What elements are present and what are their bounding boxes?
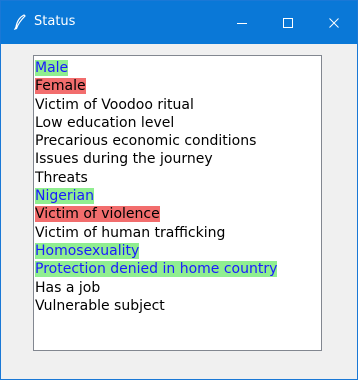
list-item-label: Nigerian: [35, 188, 94, 205]
list-item[interactable]: Has a job: [35, 279, 277, 297]
list-item-label: Male: [35, 60, 69, 76]
list-item[interactable]: Female: [35, 77, 277, 95]
list-item[interactable]: Homosexuality: [35, 242, 277, 260]
feather-icon: [12, 14, 28, 31]
list-item-label: Vulnerable subject: [35, 297, 165, 314]
list-item-label: Victim of Voodoo ritual: [35, 96, 194, 113]
status-listbox[interactable]: Male Female Victim of Voodoo ritual Low edu…: [33, 55, 322, 351]
list-item[interactable]: Vulnerable subject: [35, 297, 277, 315]
status-window: Status Male Female Victim of Voodoo ritual…: [0, 0, 358, 380]
list-item[interactable]: Threats: [35, 169, 277, 187]
maximize-button[interactable]: [265, 1, 311, 44]
list-item[interactable]: Precarious economic conditions: [35, 132, 277, 150]
window-bottom: [1, 363, 357, 379]
list-item-label: Victim of violence: [35, 206, 160, 223]
list-item[interactable]: Male: [35, 59, 277, 77]
list-item[interactable]: Protection denied in home country: [35, 260, 278, 278]
status-list: Male Female Victim of Voodoo ritual Low edu…: [35, 59, 278, 315]
list-item[interactable]: Issues during the journey: [35, 150, 277, 168]
close-button[interactable]: [311, 1, 357, 44]
close-icon: [329, 17, 339, 28]
list-item-label: Protection denied in home country: [35, 261, 278, 278]
list-item-label: Precarious economic conditions: [35, 133, 257, 150]
list-item-label: Female: [35, 78, 86, 95]
list-item[interactable]: Victim of Voodoo ritual: [35, 96, 277, 114]
minimize-icon: [237, 22, 247, 24]
list-item-label: Issues during the journey: [35, 151, 213, 168]
list-item-label: Victim of human trafficking: [35, 224, 226, 241]
title-bar[interactable]: Status: [1, 1, 357, 44]
list-item[interactable]: Nigerian: [35, 187, 277, 205]
window-title: Status: [34, 14, 76, 29]
list-item-label: Has a job: [35, 279, 101, 296]
maximize-icon: [283, 17, 293, 28]
list-item[interactable]: Victim of human trafficking: [35, 224, 277, 242]
list-item[interactable]: Low education level: [35, 114, 277, 132]
list-item[interactable]: Victim of violence: [35, 205, 277, 223]
minimize-button[interactable]: [219, 1, 265, 44]
list-item-label: Homosexuality: [35, 242, 140, 259]
list-item-label: Low education level: [35, 114, 175, 131]
list-item-label: Threats: [35, 169, 88, 186]
